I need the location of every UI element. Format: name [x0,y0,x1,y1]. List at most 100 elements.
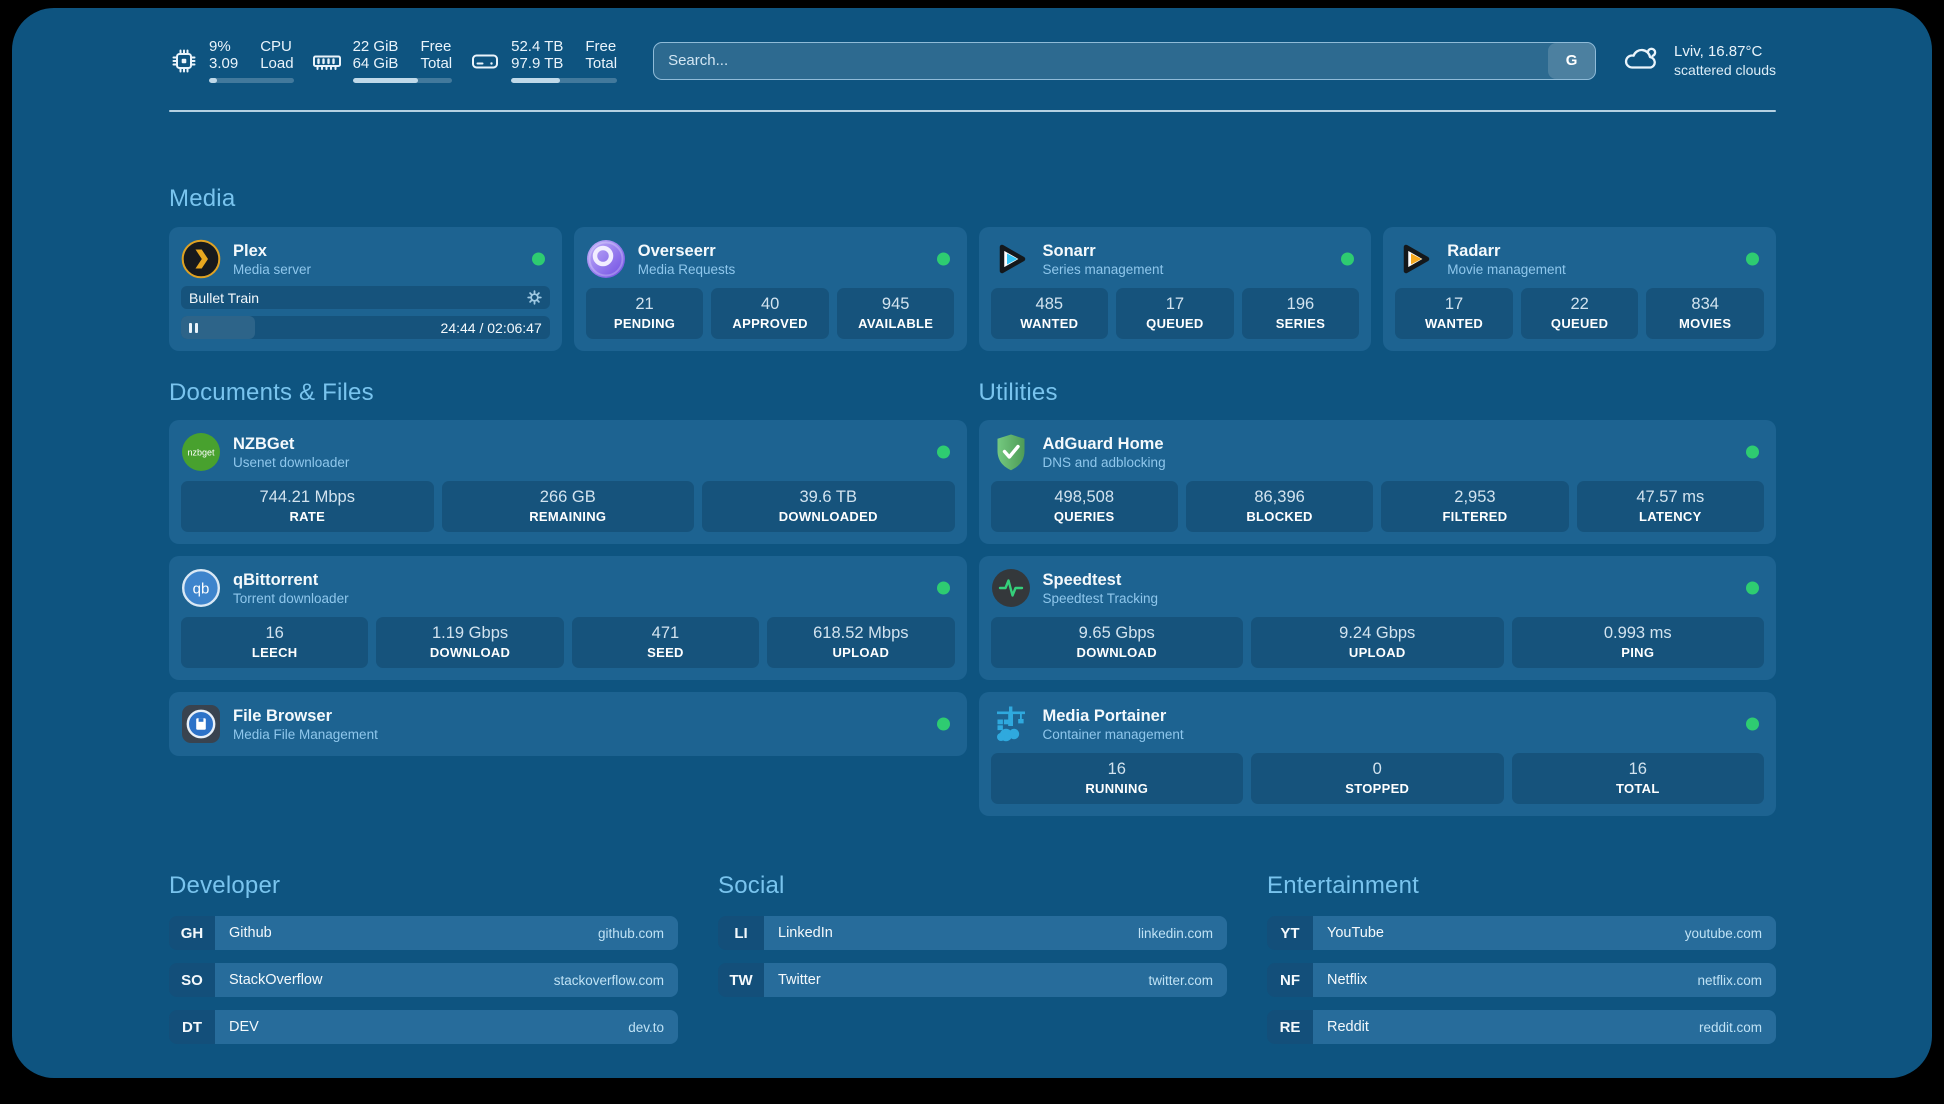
cpu-progress-track [209,78,294,83]
stat-label: QUEUED [1120,315,1230,332]
disk-icon [469,46,501,76]
bookmark-stackoverflow[interactable]: SO StackOverflow stackoverflow.com [169,963,678,997]
status-dot [937,718,950,731]
service-subtitle: Series management [1043,261,1164,278]
bookmark-url: reddit.com [1699,1020,1762,1035]
stat-box: 498,508 QUERIES [991,481,1178,532]
playback-progress-row: 24:44 / 02:06:47 [181,316,550,339]
service-card-filebrowser[interactable]: File Browser Media File Management [169,692,967,756]
stat-label: RATE [185,508,430,525]
status-dot [1746,446,1759,459]
stat-box: 834 MOVIES [1646,288,1764,339]
service-card-speedtest[interactable]: Speedtest Speedtest Tracking 9.65 Gbps D… [979,556,1777,680]
stat-value: 16 [1516,759,1761,780]
stat-box: 618.52 Mbps UPLOAD [767,617,954,668]
disk-free-value: 52.4 TB [511,38,563,55]
service-card-sonarr[interactable]: Sonarr Series management 485 WANTED 17 Q… [979,227,1372,351]
search-input[interactable] [654,43,1548,79]
bookmark-name: StackOverflow [229,972,322,988]
disk-progress-fill [511,78,560,83]
stat-value: 471 [576,623,755,644]
service-subtitle: Usenet downloader [233,454,349,471]
memory-label-2: Total [420,55,452,72]
memory-icon [311,46,343,76]
stat-value: 21 [590,294,700,315]
bookmark-netflix[interactable]: NF Netflix netflix.com [1267,963,1776,997]
stat-value: 16 [185,623,364,644]
gear-icon[interactable] [527,290,542,305]
status-dot [937,253,950,266]
service-card-overseerr[interactable]: Overseerr Media Requests 21 PENDING 40 A… [574,227,967,351]
stat-label: SERIES [1246,315,1356,332]
plex-icon [181,239,221,279]
stat-box: 9.65 Gbps DOWNLOAD [991,617,1244,668]
cpu-icon [169,46,199,76]
bookmark-abbr: SO [169,963,215,997]
bookmark-reddit[interactable]: RE Reddit reddit.com [1267,1010,1776,1044]
stat-box: 47.57 ms LATENCY [1577,481,1764,532]
bookmark-abbr: NF [1267,963,1313,997]
service-card-plex[interactable]: Plex Media server Bullet Train [169,227,562,351]
service-card-radarr[interactable]: Radarr Movie management 17 WANTED 22 QUE… [1383,227,1776,351]
stat-label: PING [1516,644,1761,661]
service-card-portainer[interactable]: Media Portainer Container management 16 … [979,692,1777,816]
stat-box: 22 QUEUED [1521,288,1639,339]
stat-box: 39.6 TB DOWNLOADED [702,481,955,532]
stat-box: 21 PENDING [586,288,704,339]
bookmark-url: youtube.com [1685,926,1762,941]
bookmark-abbr: RE [1267,1010,1313,1044]
portainer-icon [991,704,1031,744]
service-card-qbittorrent[interactable]: qb qBittorrent Torrent downloader [169,556,967,680]
service-card-nzbget[interactable]: nzbget NZBGet Usenet downloader 74 [169,420,967,544]
stat-value: 86,396 [1190,487,1369,508]
bookmark-youtube[interactable]: YT YouTube youtube.com [1267,916,1776,950]
dashboard-panel: 9% 3.09 CPU Load [12,8,1932,1078]
bookmark-name: LinkedIn [778,925,833,941]
stat-value: 40 [715,294,825,315]
stat-label: RUNNING [995,780,1240,797]
now-playing-row: Bullet Train [181,286,550,309]
bookmark-linkedin[interactable]: LI LinkedIn linkedin.com [718,916,1227,950]
disk-progress-track [511,78,617,83]
stat-box: 2,953 FILTERED [1381,481,1568,532]
service-card-adguard[interactable]: AdGuard Home DNS and adblocking 498,508 … [979,420,1777,544]
service-subtitle: Media server [233,261,311,278]
stat-label: LEECH [185,644,364,661]
top-bar: 9% 3.09 CPU Load [169,38,1776,83]
disk-label-1: Free [585,38,617,55]
adguard-icon [991,432,1031,472]
bookmark-twitter[interactable]: TW Twitter twitter.com [718,963,1227,997]
topbar-divider [169,110,1776,112]
stat-box: 0.993 ms PING [1512,617,1765,668]
stat-value: 17 [1399,294,1509,315]
bookmark-github[interactable]: GH Github github.com [169,916,678,950]
now-playing-title: Bullet Train [189,290,527,306]
stat-value: 39.6 TB [706,487,951,508]
stat-label: SEED [576,644,755,661]
service-subtitle: Media File Management [233,726,378,743]
cpu-load-value: 3.09 [209,55,238,72]
service-title: Media Portainer [1043,706,1184,726]
stat-box: 744.21 Mbps RATE [181,481,434,532]
stat-box: 945 AVAILABLE [837,288,955,339]
svg-text:nzbget: nzbget [187,448,215,458]
stat-box: 485 WANTED [991,288,1109,339]
stat-label: APPROVED [715,315,825,332]
status-dot [1746,253,1759,266]
bookmark-abbr: YT [1267,916,1313,950]
bookmark-name: Github [229,925,272,941]
pause-icon[interactable] [189,323,198,333]
status-dot [937,582,950,595]
memory-progress-track [353,78,453,83]
status-dot [1746,582,1759,595]
weather-location-temp: Lviv, 16.87°C [1674,42,1776,61]
cpu-widget: 9% 3.09 CPU Load [169,38,294,83]
speedtest-icon [991,568,1031,608]
svg-text:qb: qb [193,581,210,598]
stat-box: 17 QUEUED [1116,288,1234,339]
stat-label: LATENCY [1581,508,1760,525]
bookmark-dev[interactable]: DT DEV dev.to [169,1010,678,1044]
search-provider-button[interactable]: G [1548,43,1595,79]
stat-value: 744.21 Mbps [185,487,430,508]
service-subtitle: Speedtest Tracking [1043,590,1159,607]
